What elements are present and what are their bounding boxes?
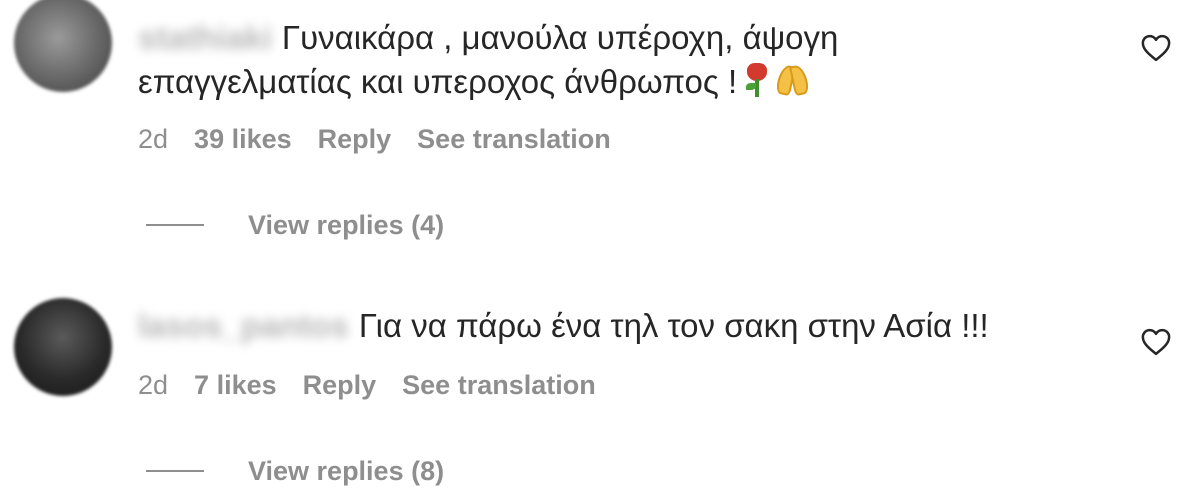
comment-meta: 2d 7 likes Reply See translation bbox=[138, 368, 622, 402]
likes-count[interactable]: 7 likes bbox=[194, 370, 277, 400]
likes-count[interactable]: 39 likes bbox=[194, 124, 292, 154]
username[interactable]: stathiaki bbox=[138, 18, 272, 58]
folded-hands-emoji bbox=[775, 63, 811, 97]
comment-text-line: stathiaki Γυναικάρα , μανούλα υπέροχη, άψ… bbox=[138, 18, 838, 58]
comment-text: Γυναικάρα , μανούλα υπέροχη, άψογη bbox=[281, 19, 839, 56]
timestamp: 2d bbox=[138, 370, 169, 400]
see-translation-button[interactable]: See translation bbox=[402, 370, 596, 400]
comment-meta: 2d 39 likes Reply See translation bbox=[138, 122, 637, 156]
view-replies-label[interactable]: View replies (8) bbox=[248, 456, 444, 486]
see-translation-button[interactable]: See translation bbox=[417, 124, 611, 154]
reply-button[interactable]: Reply bbox=[303, 370, 377, 400]
comment-text: επαγγελματίας και υπεροχος άνθρωπος ! bbox=[138, 63, 738, 100]
view-replies-button[interactable]: View replies (4) bbox=[146, 208, 444, 242]
comment-text: Για να πάρω ένα τηλ τον σακη στην Ασία !… bbox=[358, 307, 989, 344]
comment-text-line: επαγγελματίας και υπεροχος άνθρωπος ! bbox=[138, 62, 811, 102]
username[interactable]: lasos_pantos bbox=[138, 306, 349, 346]
avatar[interactable] bbox=[14, 0, 112, 92]
replies-divider bbox=[146, 469, 204, 472]
replies-divider bbox=[146, 223, 204, 226]
comment-text-line: lasos_pantos Για να πάρω ένα τηλ τον σακη… bbox=[138, 306, 989, 346]
view-replies-label[interactable]: View replies (4) bbox=[248, 210, 444, 240]
timestamp: 2d bbox=[138, 124, 169, 154]
view-replies-button[interactable]: View replies (8) bbox=[146, 454, 444, 488]
heart-outline-icon[interactable] bbox=[1141, 328, 1171, 356]
avatar[interactable] bbox=[14, 298, 112, 396]
heart-outline-icon[interactable] bbox=[1141, 34, 1171, 62]
reply-button[interactable]: Reply bbox=[318, 124, 392, 154]
rose-emoji bbox=[743, 63, 771, 97]
